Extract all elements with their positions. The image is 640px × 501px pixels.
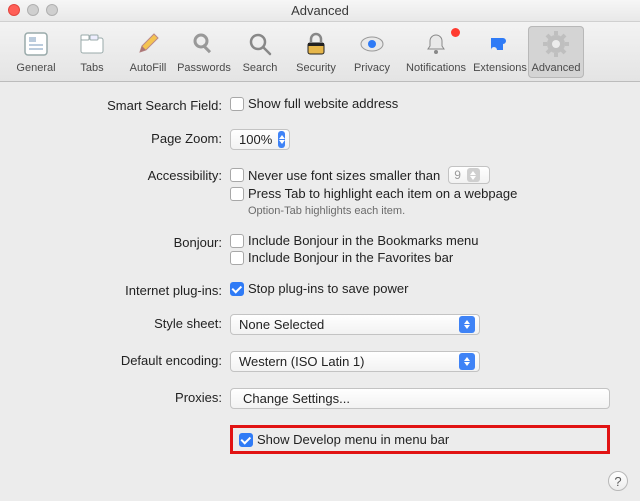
min-font-value: 9 <box>454 168 461 182</box>
page-zoom-select[interactable]: 100% <box>230 129 290 150</box>
bonjour-favorites-label: Include Bonjour in the Favorites bar <box>248 250 453 265</box>
zoom-icon <box>46 4 58 16</box>
stepper-icon <box>467 168 480 182</box>
min-font-checkbox[interactable] <box>230 168 244 182</box>
change-settings-button[interactable]: Change Settings... <box>230 388 610 409</box>
plugins-label: Internet plug-ins: <box>30 281 230 298</box>
toolbar-label: Search <box>243 62 278 74</box>
bonjour-bookmarks-checkbox[interactable] <box>230 234 244 248</box>
press-tab-checkbox[interactable] <box>230 187 244 201</box>
toolbar-item-advanced[interactable]: Advanced <box>528 26 584 78</box>
toolbar-label: AutoFill <box>130 62 167 74</box>
smart-search-label: Smart Search Field: <box>30 96 230 113</box>
notification-badge-icon <box>451 28 460 37</box>
bonjour-bookmarks-label: Include Bonjour in the Bookmarks menu <box>248 233 479 248</box>
show-develop-checkbox[interactable] <box>239 433 253 447</box>
min-font-select[interactable]: 9 <box>448 166 490 184</box>
change-settings-label: Change Settings... <box>243 391 350 406</box>
window-titlebar: Advanced <box>0 0 640 22</box>
stop-plugins-checkbox[interactable] <box>230 282 244 296</box>
help-button[interactable]: ? <box>608 471 628 491</box>
toolbar-item-passwords[interactable]: Passwords <box>176 26 232 78</box>
stop-plugins-label: Stop plug-ins to save power <box>248 281 408 296</box>
preferences-content: Smart Search Field: Show full website ad… <box>0 82 640 464</box>
toolbar-label: General <box>16 62 55 74</box>
help-icon: ? <box>614 474 621 489</box>
bonjour-label: Bonjour: <box>30 233 230 250</box>
page-zoom-value: 100% <box>239 132 272 147</box>
show-develop-label: Show Develop menu in menu bar <box>257 432 449 447</box>
stylesheet-label: Style sheet: <box>30 314 230 331</box>
show-full-address-checkbox[interactable] <box>230 97 244 111</box>
toolbar-item-search[interactable]: Search <box>232 26 288 78</box>
min-font-label: Never use font sizes smaller than <box>248 168 440 183</box>
search-icon <box>244 28 276 60</box>
stylesheet-select[interactable]: None Selected <box>230 314 480 335</box>
accessibility-label: Accessibility: <box>30 166 230 183</box>
close-icon[interactable] <box>8 4 20 16</box>
toolbar-item-extensions[interactable]: Extensions <box>472 26 528 78</box>
toolbar-label: Notifications <box>406 62 466 74</box>
puzzle-icon <box>484 28 516 60</box>
encoding-value: Western (ISO Latin 1) <box>239 354 364 369</box>
tabs-icon <box>76 28 108 60</box>
toolbar-item-general[interactable]: General <box>8 26 64 78</box>
proxies-label: Proxies: <box>30 388 230 405</box>
page-zoom-label: Page Zoom: <box>30 129 230 146</box>
toolbar-item-autofill[interactable]: AutoFill <box>120 26 176 78</box>
toolbar-label: Privacy <box>354 62 390 74</box>
pencil-icon <box>132 28 164 60</box>
window-title: Advanced <box>291 3 349 18</box>
bonjour-favorites-checkbox[interactable] <box>230 251 244 265</box>
toolbar-label: Passwords <box>177 62 231 74</box>
toolbar-label: Advanced <box>532 62 581 74</box>
minimize-icon <box>27 4 39 16</box>
toolbar-item-tabs[interactable]: Tabs <box>64 26 120 78</box>
key-icon <box>188 28 220 60</box>
toolbar-label: Tabs <box>80 62 103 74</box>
toolbar-item-notifications[interactable]: Notifications <box>400 26 472 78</box>
toolbar-label: Security <box>296 62 336 74</box>
accessibility-hint: Option-Tab highlights each item. <box>248 205 610 217</box>
show-full-address-label: Show full website address <box>248 96 398 111</box>
window-traffic-lights <box>8 4 58 16</box>
stylesheet-value: None Selected <box>239 317 324 332</box>
stepper-icon <box>278 131 285 148</box>
stepper-icon <box>459 353 475 370</box>
encoding-label: Default encoding: <box>30 351 230 368</box>
lock-icon <box>300 28 332 60</box>
general-icon <box>20 28 52 60</box>
toolbar-item-security[interactable]: Security <box>288 26 344 78</box>
stepper-icon <box>459 316 475 333</box>
encoding-select[interactable]: Western (ISO Latin 1) <box>230 351 480 372</box>
press-tab-label: Press Tab to highlight each item on a we… <box>248 186 517 201</box>
preferences-toolbar: General Tabs AutoFill Passwords Search S… <box>0 22 640 82</box>
toolbar-label: Extensions <box>473 62 527 74</box>
gear-icon <box>540 28 572 60</box>
develop-highlight: Show Develop menu in menu bar <box>230 425 610 454</box>
toolbar-item-privacy[interactable]: Privacy <box>344 26 400 78</box>
bell-icon <box>420 28 452 60</box>
privacy-icon <box>356 28 388 60</box>
